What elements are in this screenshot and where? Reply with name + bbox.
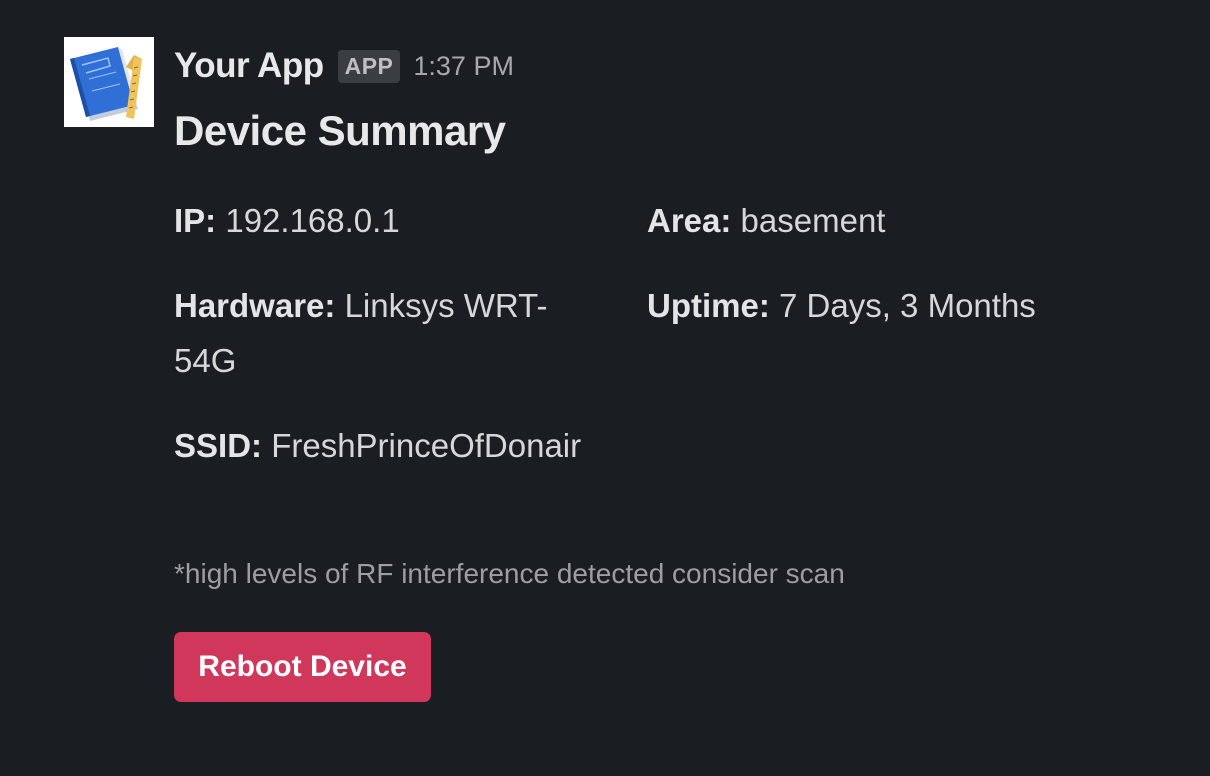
app-badge: APP <box>337 49 401 83</box>
field-hardware-label: Hardware: <box>174 287 336 324</box>
blueprint-ruler-icon <box>70 47 142 121</box>
app-avatar[interactable] <box>64 37 154 127</box>
field-ip-label: IP: <box>174 202 217 239</box>
field-uptime-value: 7 Days, 3 Months <box>779 287 1036 324</box>
field-ssid-label: SSID: <box>174 427 263 464</box>
field-area: Area: basement <box>647 193 1147 248</box>
block-title: Device Summary <box>174 107 506 154</box>
context-note: *high levels of RF interference detected… <box>174 558 845 589</box>
message-header: Your App APP 1:37 PM <box>174 44 514 88</box>
field-area-value: basement <box>740 202 886 239</box>
field-ip: IP: 192.168.0.1 <box>174 193 594 248</box>
reboot-device-button[interactable]: Reboot Device <box>174 632 431 702</box>
app-name[interactable]: Your App <box>174 46 324 86</box>
timestamp[interactable]: 1:37 PM <box>413 51 514 82</box>
field-ssid: SSID: FreshPrinceOfDonair <box>174 418 594 473</box>
field-uptime-label: Uptime: <box>647 287 770 324</box>
field-uptime: Uptime: 7 Days, 3 Months <box>647 278 1147 333</box>
field-ssid-value: FreshPrinceOfDonair <box>271 427 582 464</box>
field-area-label: Area: <box>647 202 732 239</box>
field-ip-value: 192.168.0.1 <box>225 202 400 239</box>
message: Your App APP 1:37 PM Device Summary IP: … <box>0 0 1210 776</box>
field-hardware: Hardware: Linksys WRT-54G <box>174 278 594 388</box>
